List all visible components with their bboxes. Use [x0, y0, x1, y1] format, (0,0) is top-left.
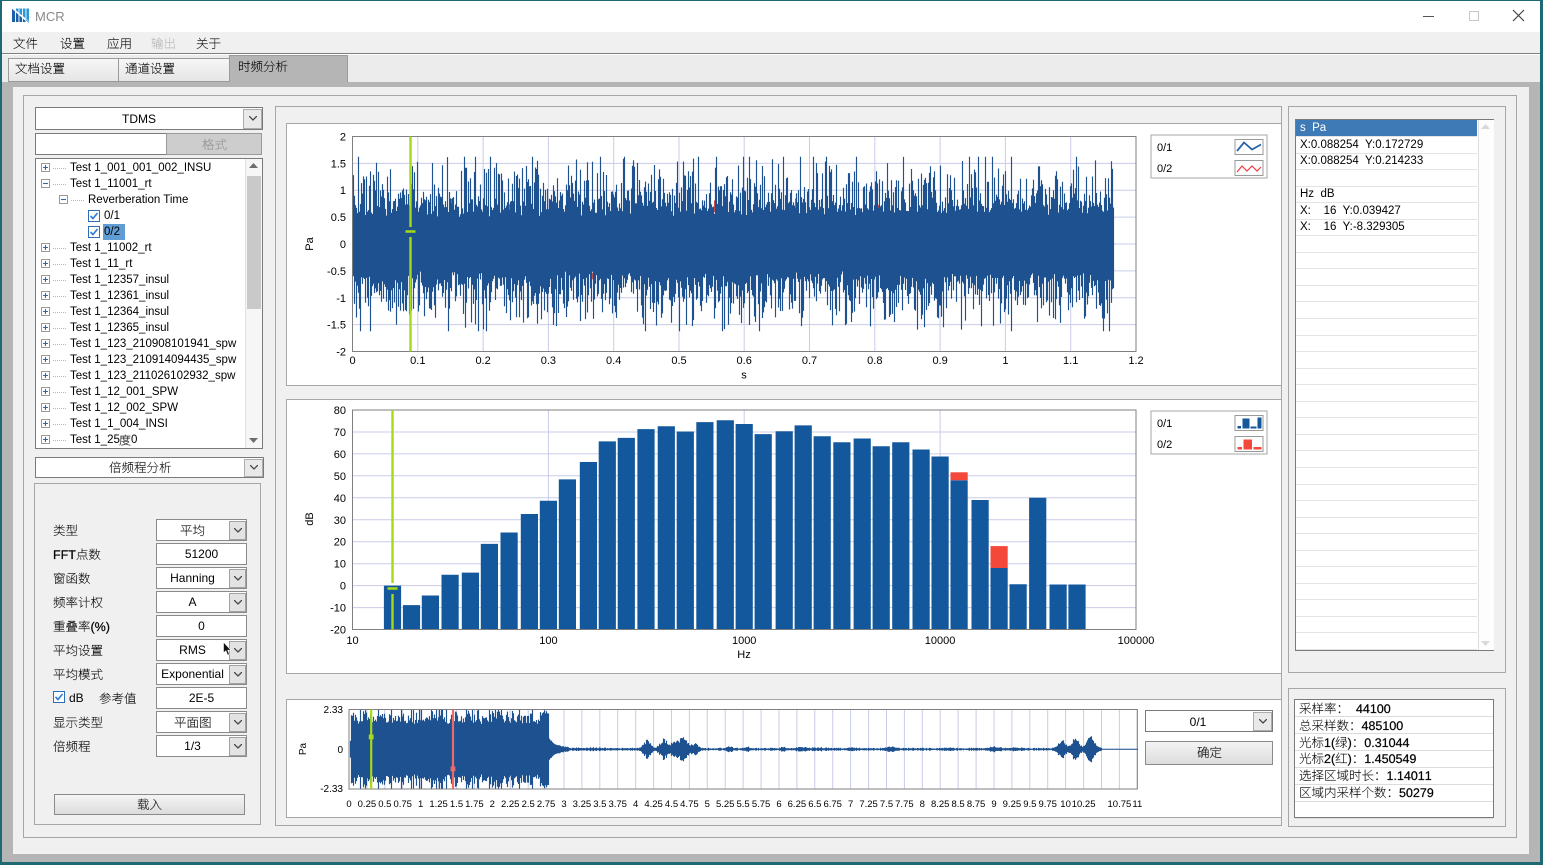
svg-text:3: 3 [561, 799, 566, 810]
svg-text:8.25: 8.25 [931, 799, 950, 810]
svg-text:6: 6 [776, 799, 781, 810]
svg-text:1: 1 [340, 185, 346, 197]
svg-text:0.8: 0.8 [867, 355, 882, 367]
svg-text:8: 8 [920, 799, 925, 810]
svg-text:Pa: Pa [298, 742, 309, 755]
svg-text:-1: -1 [336, 293, 346, 305]
svg-text:1.5: 1.5 [450, 799, 463, 810]
svg-text:1.2: 1.2 [1128, 355, 1143, 367]
svg-text:0.9: 0.9 [932, 355, 947, 367]
svg-text:50: 50 [334, 471, 346, 483]
svg-text:0.3: 0.3 [541, 355, 556, 367]
svg-text:2.33: 2.33 [324, 705, 344, 716]
svg-text:2.25: 2.25 [501, 799, 520, 810]
svg-text:0: 0 [337, 745, 343, 756]
svg-text:40: 40 [334, 493, 346, 505]
svg-text:0.5: 0.5 [378, 799, 391, 810]
svg-text:2.75: 2.75 [537, 799, 556, 810]
svg-text:1.25: 1.25 [429, 799, 448, 810]
svg-text:6.5: 6.5 [808, 799, 821, 810]
svg-text:dB: dB [304, 512, 316, 525]
svg-text:60: 60 [334, 449, 346, 461]
svg-text:7.75: 7.75 [895, 799, 914, 810]
svg-text:1: 1 [1002, 355, 1008, 367]
svg-text:0.6: 0.6 [737, 355, 752, 367]
svg-text:0.5: 0.5 [331, 212, 346, 224]
svg-text:-10: -10 [330, 603, 346, 615]
svg-text:100: 100 [539, 635, 557, 647]
svg-text:2: 2 [490, 799, 495, 810]
svg-text:4.5: 4.5 [665, 799, 678, 810]
svg-text:Hz: Hz [737, 649, 750, 661]
svg-text:3.5: 3.5 [593, 799, 606, 810]
svg-text:3.75: 3.75 [608, 799, 627, 810]
svg-text:0.1: 0.1 [410, 355, 425, 367]
svg-text:0.4: 0.4 [606, 355, 621, 367]
svg-text:10: 10 [1060, 799, 1071, 810]
svg-text:0.5: 0.5 [671, 355, 686, 367]
svg-text:20: 20 [334, 537, 346, 549]
svg-text:1.1: 1.1 [1063, 355, 1078, 367]
svg-text:0.2: 0.2 [475, 355, 490, 367]
svg-text:5.5: 5.5 [736, 799, 749, 810]
svg-text:10: 10 [346, 635, 358, 647]
svg-text:2: 2 [340, 132, 346, 144]
svg-text:-1.5: -1.5 [327, 320, 346, 332]
svg-text:0/1: 0/1 [1157, 418, 1172, 430]
svg-text:4.25: 4.25 [644, 799, 663, 810]
svg-text:8.75: 8.75 [967, 799, 986, 810]
svg-text:100000: 100000 [1118, 635, 1155, 647]
svg-text:6.75: 6.75 [823, 799, 842, 810]
svg-text:9.75: 9.75 [1038, 799, 1057, 810]
svg-text:0.25: 0.25 [358, 799, 377, 810]
svg-text:80: 80 [334, 405, 346, 417]
svg-text:5.25: 5.25 [716, 799, 735, 810]
svg-text:4: 4 [633, 799, 638, 810]
svg-text:1.5: 1.5 [331, 158, 346, 170]
svg-text:-2.33: -2.33 [320, 784, 343, 795]
svg-text:6.25: 6.25 [788, 799, 807, 810]
svg-text:7: 7 [848, 799, 853, 810]
svg-text:0: 0 [346, 799, 351, 810]
svg-text:70: 70 [334, 427, 346, 439]
svg-text:-0.5: -0.5 [327, 266, 346, 278]
svg-text:0: 0 [340, 239, 346, 251]
svg-text:0/2: 0/2 [1157, 439, 1172, 451]
svg-text:10.25: 10.25 [1072, 799, 1096, 810]
svg-text:0: 0 [340, 581, 346, 593]
svg-text:7.5: 7.5 [880, 799, 893, 810]
svg-text:5.75: 5.75 [752, 799, 771, 810]
svg-text:1: 1 [418, 799, 423, 810]
svg-text:0.75: 0.75 [393, 799, 412, 810]
svg-text:-2: -2 [336, 347, 346, 359]
svg-text:9: 9 [991, 799, 996, 810]
svg-text:10.75: 10.75 [1108, 799, 1132, 810]
svg-text:4.75: 4.75 [680, 799, 699, 810]
svg-text:3.25: 3.25 [573, 799, 592, 810]
svg-text:-20: -20 [330, 625, 346, 637]
svg-text:5: 5 [705, 799, 710, 810]
svg-text:9.25: 9.25 [1003, 799, 1022, 810]
svg-text:0/1: 0/1 [1157, 142, 1172, 154]
svg-text:9.5: 9.5 [1023, 799, 1036, 810]
svg-text:11: 11 [1132, 799, 1142, 810]
svg-text:s: s [741, 370, 747, 382]
svg-text:Pa: Pa [304, 236, 316, 250]
svg-text:7.25: 7.25 [859, 799, 878, 810]
svg-text:30: 30 [334, 515, 346, 527]
svg-text:8.5: 8.5 [951, 799, 964, 810]
svg-text:0/2: 0/2 [1157, 163, 1172, 175]
svg-text:10: 10 [334, 559, 346, 571]
svg-text:0.7: 0.7 [802, 355, 817, 367]
svg-text:1000: 1000 [732, 635, 756, 647]
svg-text:10000: 10000 [925, 635, 956, 647]
svg-text:2.5: 2.5 [522, 799, 535, 810]
svg-text:0: 0 [349, 355, 355, 367]
svg-text:1.75: 1.75 [465, 799, 484, 810]
